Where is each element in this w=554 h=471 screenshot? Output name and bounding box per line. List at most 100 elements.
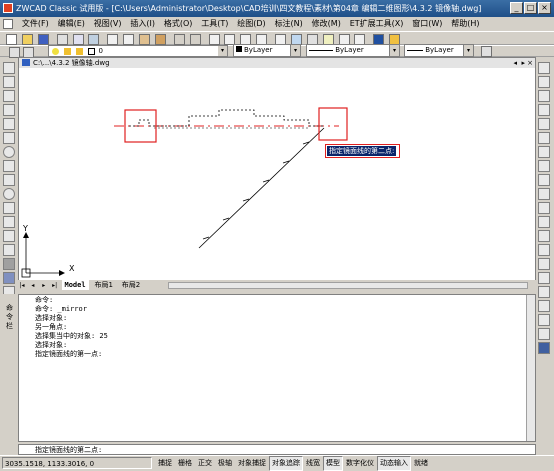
rectangle-icon[interactable] — [3, 118, 15, 130]
status-toggle[interactable]: 对象捕捉 — [235, 456, 269, 471]
menu-et-tools[interactable]: ET扩展工具(X) — [347, 17, 407, 31]
close-document-icon[interactable]: × — [527, 58, 533, 68]
status-toggle[interactable]: 对象追踪 — [269, 456, 303, 471]
zoom-icon[interactable] — [538, 342, 550, 354]
layer-freeze-icon — [63, 48, 71, 55]
line-icon[interactable] — [3, 62, 15, 74]
undo-icon[interactable] — [173, 34, 185, 45]
align-icon[interactable] — [538, 314, 550, 326]
paste-icon[interactable] — [139, 34, 150, 45]
prev-tab-icon[interactable]: ◂ — [29, 281, 37, 291]
status-toggle[interactable]: 数字化仪 — [343, 456, 377, 471]
gradient-icon[interactable] — [3, 272, 15, 284]
rotate-icon[interactable] — [538, 146, 550, 158]
menu-help[interactable]: 帮助(H) — [448, 17, 482, 31]
spline-icon[interactable] — [3, 174, 15, 186]
edit-polyline-icon[interactable] — [538, 328, 550, 340]
status-toggle[interactable]: 模型 — [323, 456, 343, 471]
drawing-canvas[interactable]: X Y 指定镜面线的第二点: — [18, 57, 536, 287]
hatch-icon[interactable] — [3, 258, 15, 270]
copy-object-icon[interactable] — [538, 76, 550, 88]
print-icon[interactable] — [56, 34, 68, 45]
pan-icon[interactable] — [208, 34, 220, 45]
cut-icon[interactable] — [107, 34, 119, 45]
ellipse-arc-icon[interactable] — [3, 202, 15, 214]
menu-window[interactable]: 窗口(W) — [409, 17, 445, 31]
save-icon[interactable] — [37, 34, 49, 45]
polygon-icon[interactable] — [3, 104, 15, 116]
menu-tools[interactable]: 工具(T) — [198, 17, 231, 31]
close-button[interactable]: × — [538, 2, 551, 14]
circle-icon[interactable] — [3, 146, 15, 158]
command-scrollbar[interactable] — [526, 295, 535, 441]
menu-edit[interactable]: 编辑(E) — [55, 17, 88, 31]
chamfer-icon[interactable] — [538, 272, 550, 284]
point-icon[interactable] — [3, 244, 15, 256]
redo-icon[interactable] — [189, 34, 201, 45]
last-tab-icon[interactable]: ▸| — [51, 281, 59, 291]
trim-icon[interactable] — [538, 202, 550, 214]
mirror-icon[interactable] — [538, 90, 550, 102]
extend-icon[interactable] — [538, 216, 550, 228]
horizontal-scrollbar[interactable] — [168, 282, 528, 289]
tab-model[interactable]: Model — [61, 280, 89, 290]
stretch-icon[interactable] — [538, 174, 550, 186]
prev-document-icon[interactable]: ◂ — [513, 58, 517, 68]
array-icon[interactable] — [538, 118, 550, 130]
menu-file[interactable]: 文件(F) — [19, 17, 52, 31]
arc-icon[interactable] — [3, 132, 15, 144]
document-tab[interactable]: C:\...\4.3.2 镜像轴.dwg ◂ ▸ × — [19, 58, 535, 68]
construction-line-icon[interactable] — [3, 76, 15, 88]
drawing-svg — [21, 107, 348, 278]
erase-icon[interactable] — [538, 62, 550, 74]
status-toggle[interactable]: 动态输入 — [377, 456, 411, 471]
insert-block-icon[interactable] — [3, 216, 15, 228]
status-toggle[interactable]: 就绪 — [411, 456, 431, 471]
status-toggle[interactable]: 正交 — [195, 456, 215, 471]
tab-layout1[interactable]: 布局1 — [91, 280, 115, 290]
minimize-button[interactable]: _ — [510, 2, 523, 14]
polyline-icon[interactable] — [3, 90, 15, 102]
command-history: 命令: 命令: _mirror 选择对象: 另一角点: 选择集当中的对象: 25… — [18, 294, 536, 442]
menu-draw[interactable]: 绘图(D) — [234, 17, 268, 31]
revision-cloud-icon[interactable] — [3, 160, 15, 172]
explode-icon[interactable] — [538, 300, 550, 312]
menu-view[interactable]: 视图(V) — [91, 17, 125, 31]
layer-dropdown[interactable]: 0 ▾ — [48, 45, 228, 57]
open-file-icon[interactable] — [21, 34, 33, 45]
status-toggle[interactable]: 极轴 — [215, 456, 235, 471]
fillet-icon[interactable] — [538, 286, 550, 298]
make-block-icon[interactable] — [3, 230, 15, 242]
new-file-icon[interactable] — [6, 34, 17, 45]
join-icon[interactable] — [538, 258, 550, 270]
menu-insert[interactable]: 插入(I) — [127, 17, 158, 31]
tab-layout2[interactable]: 布局2 — [119, 280, 143, 290]
menu-dimension[interactable]: 标注(N) — [272, 17, 306, 31]
move-icon[interactable] — [538, 132, 550, 144]
break-at-point-icon[interactable] — [538, 230, 550, 242]
menu-format[interactable]: 格式(O) — [161, 17, 196, 31]
publish-icon[interactable] — [88, 34, 100, 45]
offset-icon[interactable] — [538, 104, 550, 116]
scale-icon[interactable] — [538, 160, 550, 172]
next-tab-icon[interactable]: ▸ — [40, 281, 48, 291]
first-tab-icon[interactable]: |◂ — [18, 281, 26, 291]
lineweight-dropdown[interactable]: ByLayer ▾ — [404, 44, 474, 57]
copy-icon[interactable] — [123, 34, 135, 45]
ellipse-icon[interactable] — [3, 188, 15, 200]
print-preview-icon[interactable] — [72, 34, 84, 45]
command-input[interactable]: 指定镜面线的第二点: — [18, 444, 536, 455]
maximize-button[interactable]: □ — [524, 2, 537, 14]
lengthen-icon[interactable] — [538, 188, 550, 200]
linetype-dropdown[interactable]: ByLayer ▾ — [306, 44, 400, 57]
break-icon[interactable] — [538, 244, 550, 256]
menu-modify[interactable]: 修改(M) — [309, 17, 344, 31]
next-document-icon[interactable]: ▸ — [521, 58, 525, 68]
status-toggle[interactable]: 线宽 — [303, 456, 323, 471]
plot-style-icon[interactable] — [481, 46, 492, 57]
status-toggle[interactable]: 栅格 — [175, 456, 195, 471]
color-dropdown[interactable]: ByLayer ▾ — [233, 44, 301, 57]
status-toggle[interactable]: 捕捉 — [155, 456, 175, 471]
window-title-bar: ZWCAD Classic 试用版 - [C:\Users\Administra… — [0, 0, 554, 17]
match-properties-icon[interactable] — [154, 34, 166, 45]
